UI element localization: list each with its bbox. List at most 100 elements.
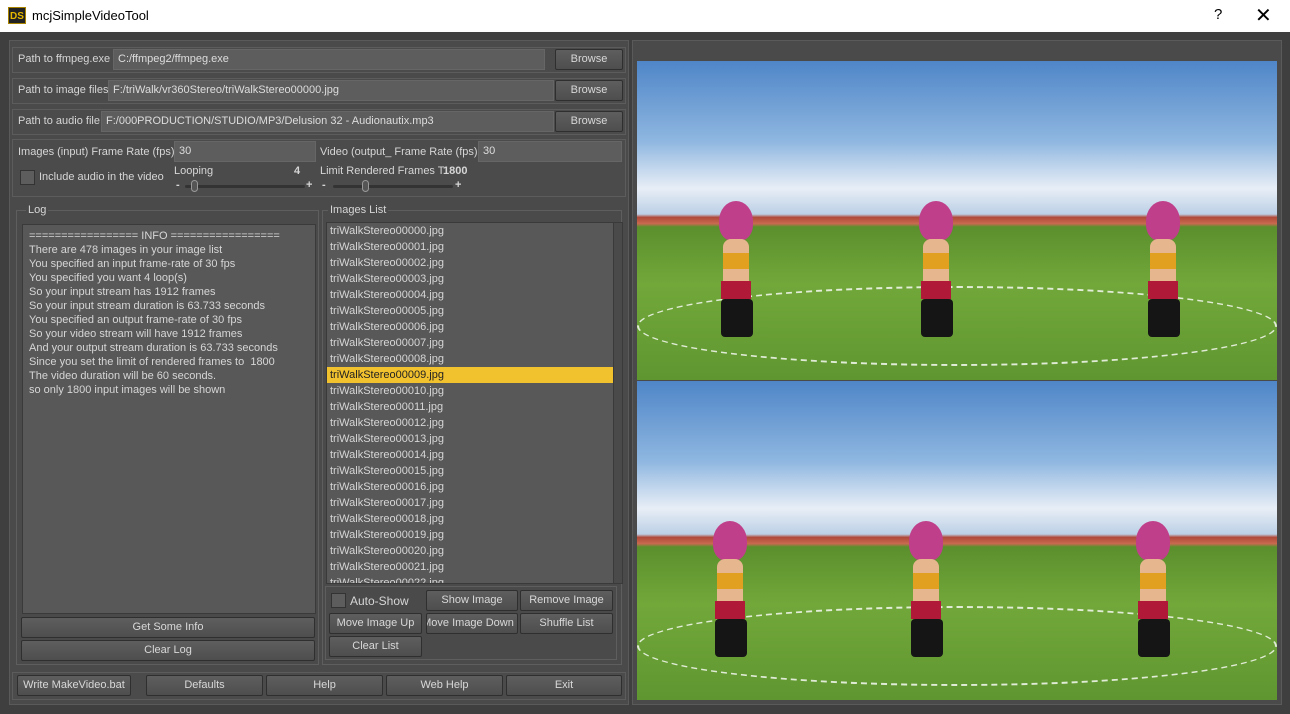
image-list-item[interactable]: triWalkStereo00002.jpg bbox=[327, 255, 622, 271]
limit-minus[interactable]: - bbox=[322, 179, 326, 191]
include-audio-checkbox[interactable] bbox=[20, 170, 35, 185]
image-list-item[interactable]: triWalkStereo00008.jpg bbox=[327, 351, 622, 367]
clear-list-button[interactable]: Clear List bbox=[329, 636, 422, 657]
image-list-item[interactable]: triWalkStereo00000.jpg bbox=[327, 223, 622, 239]
image-preview-panel bbox=[632, 40, 1282, 705]
audio-browse-button[interactable]: Browse bbox=[555, 111, 623, 132]
image-list-item[interactable]: triWalkStereo00003.jpg bbox=[327, 271, 622, 287]
image-list-item[interactable]: triWalkStereo00010.jpg bbox=[327, 383, 622, 399]
looping-minus[interactable]: - bbox=[176, 179, 180, 191]
images-list[interactable]: triWalkStereo00000.jpg triWalkStereo00001… bbox=[326, 222, 623, 584]
log-line: You specified you want 4 loop(s) bbox=[29, 272, 187, 284]
log-line: And your output stream duration is 63.73… bbox=[29, 342, 278, 354]
image-list-item[interactable]: triWalkStereo00012.jpg bbox=[327, 415, 622, 431]
looping-plus[interactable]: + bbox=[306, 179, 312, 191]
log-line: Since you set the limit of rendered fram… bbox=[29, 356, 275, 368]
log-line: so only 1800 input images will be shown bbox=[29, 384, 226, 396]
images-list-scrollbar[interactable] bbox=[613, 223, 622, 583]
limit-frames-value: 1800 bbox=[443, 165, 468, 177]
remove-image-button[interactable]: Remove Image bbox=[520, 590, 613, 611]
image-list-item[interactable]: triWalkStereo00011.jpg bbox=[327, 399, 622, 415]
output-fps-input[interactable]: 30 bbox=[478, 141, 622, 162]
character-figure bbox=[915, 201, 955, 341]
limit-plus[interactable]: + bbox=[455, 179, 461, 191]
log-line: You specified an output frame-rate of 30… bbox=[29, 314, 243, 326]
close-button[interactable]: ✕ bbox=[1255, 3, 1272, 28]
window-title: mcjSimpleVideoTool bbox=[32, 8, 149, 23]
image-list-item[interactable]: triWalkStereo00006.jpg bbox=[327, 319, 622, 335]
write-bat-button[interactable]: Write MakeVideo.bat bbox=[17, 675, 131, 696]
ffmpeg-path-input[interactable]: C:/ffmpeg2/ffmpeg.exe bbox=[113, 49, 545, 70]
move-image-down-button[interactable]: Move Image Down bbox=[426, 613, 518, 634]
image-list-item[interactable]: triWalkStereo00014.jpg bbox=[327, 447, 622, 463]
image-list-item[interactable]: triWalkStereo00018.jpg bbox=[327, 511, 622, 527]
images-path-row: Path to image files F:/triWalk/vr360Ster… bbox=[12, 78, 626, 104]
character-figure bbox=[905, 521, 945, 661]
ffmpeg-path-row: Path to ffmpeg.exe C:/ffmpeg2/ffmpeg.exe… bbox=[12, 47, 626, 73]
log-line: So your input stream duration is 63.733 … bbox=[29, 300, 266, 312]
character-figure bbox=[715, 201, 755, 341]
image-list-item[interactable]: triWalkStereo00019.jpg bbox=[327, 527, 622, 543]
image-list-item[interactable]: triWalkStereo00009.jpg bbox=[327, 367, 622, 383]
character-figure bbox=[709, 521, 749, 661]
limit-frames-slider[interactable] bbox=[333, 180, 453, 192]
image-list-item[interactable]: triWalkStereo00004.jpg bbox=[327, 287, 622, 303]
looping-slider-thumb[interactable] bbox=[190, 180, 198, 192]
log-output[interactable]: ================= INFO =================… bbox=[22, 224, 316, 614]
auto-show-checkbox[interactable] bbox=[331, 593, 346, 608]
audio-path-label: Path to audio file bbox=[18, 115, 100, 127]
limit-slider-thumb[interactable] bbox=[361, 180, 369, 192]
input-fps-label: Images (input) Frame Rate (fps) bbox=[18, 146, 175, 158]
exit-button[interactable]: Exit bbox=[506, 675, 622, 696]
app-icon: DS bbox=[8, 7, 26, 24]
images-path-input[interactable]: F:/triWalk/vr360Stereo/triWalkStereo0000… bbox=[108, 80, 554, 101]
character-figure bbox=[1142, 201, 1182, 341]
auto-show-label: Auto-Show bbox=[350, 594, 409, 608]
looping-slider[interactable] bbox=[185, 180, 305, 192]
log-line: So your input stream has 1912 frames bbox=[29, 286, 216, 298]
images-list-title: Images List bbox=[328, 204, 389, 216]
settings-row: Images (input) Frame Rate (fps) 30 Video… bbox=[12, 139, 626, 197]
images-browse-button[interactable]: Browse bbox=[555, 80, 623, 101]
move-image-up-button[interactable]: Move Image Up bbox=[329, 613, 422, 634]
clear-log-button[interactable]: Clear Log bbox=[21, 640, 315, 661]
input-fps-input[interactable]: 30 bbox=[174, 141, 316, 162]
help-footer-button[interactable]: Help bbox=[266, 675, 383, 696]
image-list-item[interactable]: triWalkStereo00021.jpg bbox=[327, 559, 622, 575]
log-line: ================= INFO ================= bbox=[29, 230, 280, 242]
image-list-item[interactable]: triWalkStereo00005.jpg bbox=[327, 303, 622, 319]
image-list-item[interactable]: triWalkStereo00001.jpg bbox=[327, 239, 622, 255]
image-list-item[interactable]: triWalkStereo00015.jpg bbox=[327, 463, 622, 479]
audio-path-row: Path to audio file F:/000PRODUCTION/STUD… bbox=[12, 109, 626, 135]
web-help-button[interactable]: Web Help bbox=[386, 675, 503, 696]
shuffle-list-button[interactable]: Shuffle List bbox=[520, 613, 613, 634]
image-list-item[interactable]: triWalkStereo00017.jpg bbox=[327, 495, 622, 511]
log-line: There are 478 images in your image list bbox=[29, 244, 223, 256]
looping-label: Looping bbox=[174, 165, 214, 177]
log-line: You specified an input frame-rate of 30 … bbox=[29, 258, 236, 270]
ffmpeg-path-label: Path to ffmpeg.exe bbox=[18, 53, 111, 65]
character-figure bbox=[1132, 521, 1172, 661]
log-line: So your video stream will have 1912 fram… bbox=[29, 328, 243, 340]
image-list-item[interactable]: triWalkStereo00007.jpg bbox=[327, 335, 622, 351]
preview-image-bottom bbox=[637, 381, 1277, 700]
output-fps-label: Video (output_ Frame Rate (fps) bbox=[320, 146, 478, 158]
ffmpeg-browse-button[interactable]: Browse bbox=[555, 49, 623, 70]
title-bar: DS mcjSimpleVideoTool ? ✕ bbox=[0, 0, 1290, 32]
include-audio-label: Include audio in the video bbox=[39, 171, 164, 183]
preview-image-top bbox=[637, 61, 1277, 380]
image-list-item[interactable]: triWalkStereo00022.jpg bbox=[327, 575, 622, 583]
defaults-button[interactable]: Defaults bbox=[146, 675, 263, 696]
limit-frames-label: Limit Rendered Frames T bbox=[320, 165, 445, 177]
get-info-button[interactable]: Get Some Info bbox=[21, 617, 315, 638]
looping-value: 4 bbox=[294, 165, 301, 177]
help-button[interactable]: ? bbox=[1214, 6, 1222, 23]
log-line: The video duration will be 60 seconds. bbox=[29, 370, 217, 382]
audio-path-input[interactable]: F:/000PRODUCTION/STUDIO/MP3/Delusion 32 … bbox=[101, 111, 554, 132]
show-image-button[interactable]: Show Image bbox=[426, 590, 518, 611]
image-list-item[interactable]: triWalkStereo00020.jpg bbox=[327, 543, 622, 559]
image-list-item[interactable]: triWalkStereo00016.jpg bbox=[327, 479, 622, 495]
log-title: Log bbox=[26, 204, 49, 216]
image-list-item[interactable]: triWalkStereo00013.jpg bbox=[327, 431, 622, 447]
images-path-label: Path to image files bbox=[18, 84, 109, 96]
